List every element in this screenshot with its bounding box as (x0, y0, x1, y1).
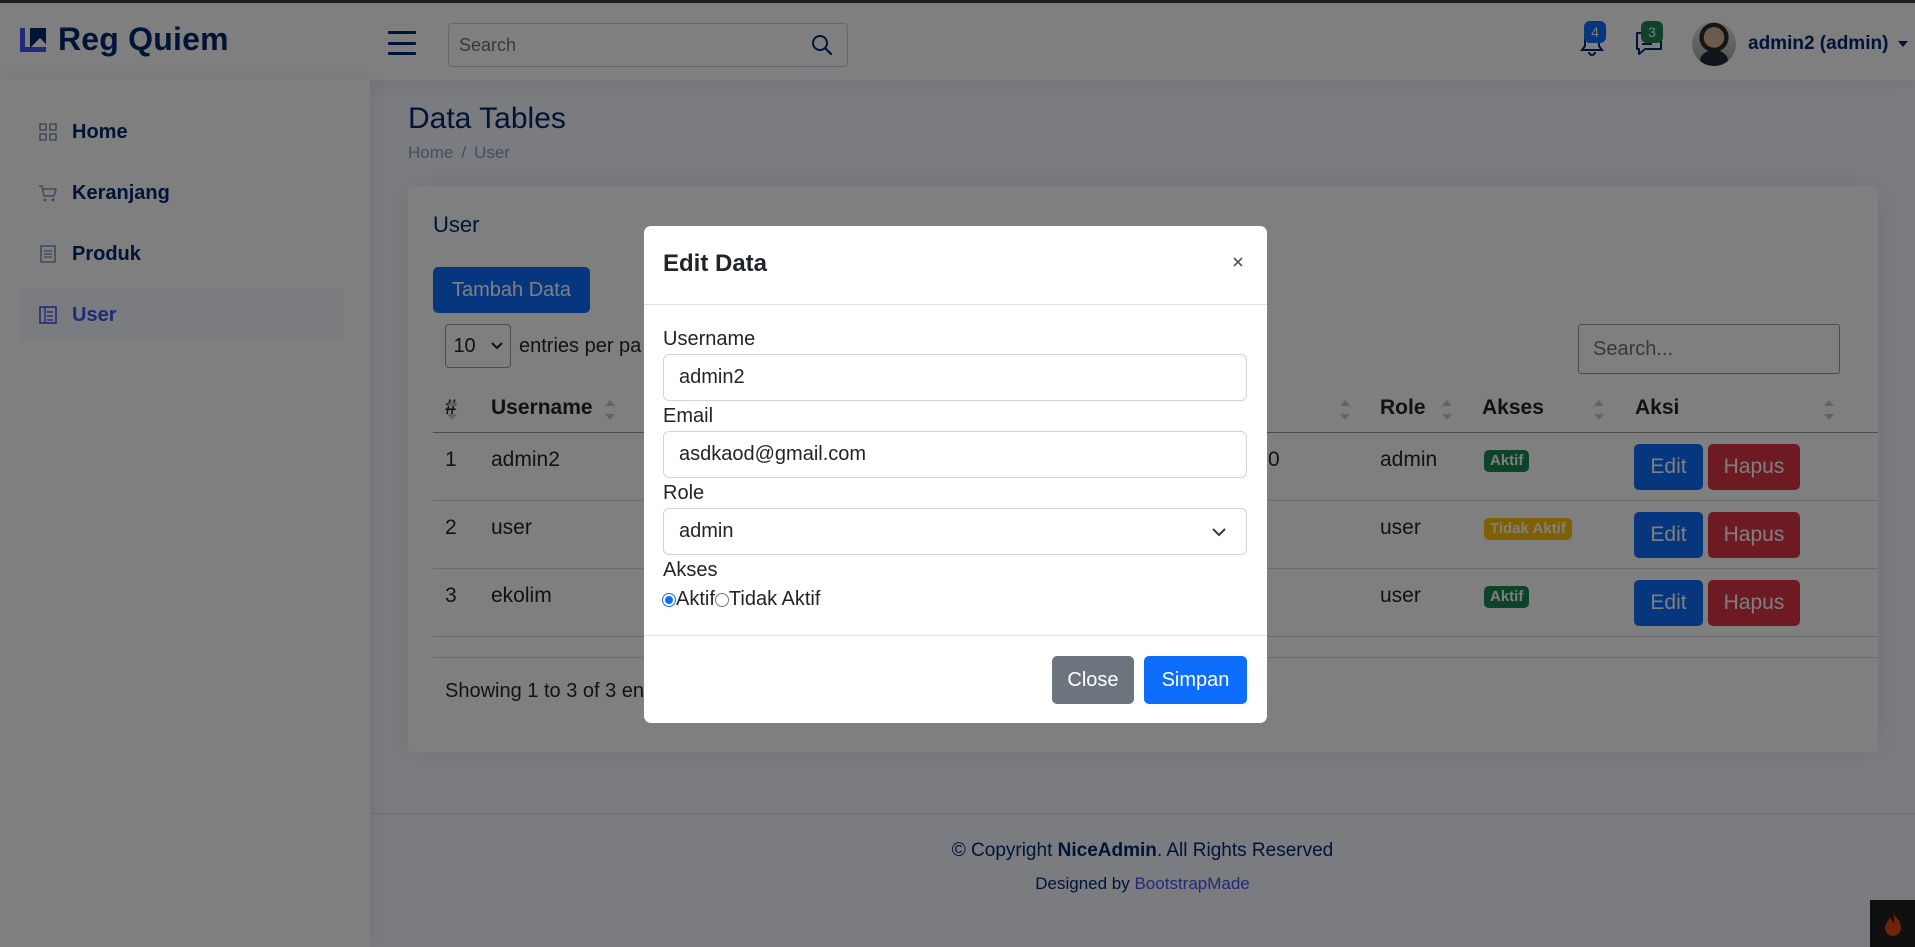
role-selected-value: admin (679, 520, 734, 542)
role-label: Role (663, 482, 705, 504)
email-label: Email (663, 405, 714, 427)
close-button[interactable]: Close (1052, 656, 1134, 704)
akses-option-label[interactable]: Tidak Aktif (729, 588, 821, 611)
akses-radio-aktif[interactable] (662, 592, 676, 607)
close-icon[interactable] (1228, 252, 1248, 272)
modal-header-divider (644, 304, 1267, 305)
chevron-down-icon (1212, 528, 1226, 537)
edit-data-modal: Edit Data Username Email Role admin Akse… (644, 226, 1267, 723)
akses-option-label[interactable]: Aktif (676, 588, 715, 611)
akses-label: Akses (663, 559, 718, 581)
save-button[interactable]: Simpan (1144, 656, 1247, 704)
modal-title: Edit Data (663, 250, 768, 277)
akses-radio-tidak-aktif[interactable] (714, 592, 729, 607)
username-field[interactable] (663, 354, 1247, 401)
email-field[interactable] (663, 431, 1247, 478)
modal-footer-divider (644, 635, 1267, 636)
akses-radio-group: Aktif Tidak Aktif (662, 588, 820, 611)
role-select[interactable]: admin (663, 508, 1247, 555)
username-label: Username (663, 328, 756, 350)
